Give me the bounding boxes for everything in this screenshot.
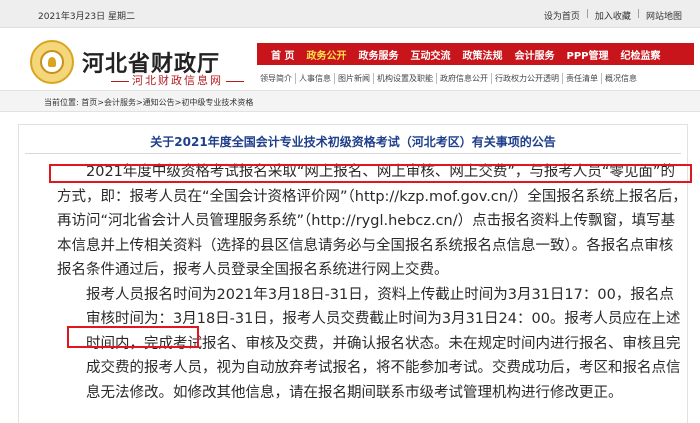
article-title: 关于2021年度全国会计专业技术初级资格考试（河北考区）有关事项的公告 [150, 135, 556, 149]
divider [25, 153, 681, 154]
breadcrumb[interactable]: 当前位置: 首页>会计服务>通知公告>初中级专业技术资格 [44, 97, 253, 108]
highlight-box-review-period [67, 326, 199, 348]
site-subtitle: 河北财政信息网 [108, 72, 247, 88]
sub-nav-item[interactable]: 图片新闻 [335, 72, 374, 84]
article-panel: 关于2021年度全国会计专业技术初级资格考试（河北考区）有关事项的公告 2021… [18, 124, 692, 423]
current-date: 2021年3月23日 星期二 [38, 12, 135, 22]
site-header: 河北省财政厅 河北财政信息网 首 页 政务公开 政务服务 互动交流 政策法规 会… [0, 28, 700, 90]
sub-nav-item[interactable]: 政府信息公开 [437, 72, 492, 84]
breadcrumb-bar: 当前位置: 首页>会计服务>通知公告>初中级专业技术资格 [0, 90, 700, 112]
nav-item-accounting-services[interactable]: 会计服务 [508, 47, 560, 62]
highlight-box-first-line [49, 164, 692, 183]
sub-nav-item[interactable]: 人事信息 [296, 72, 335, 84]
sub-nav-item[interactable]: 概况信息 [602, 73, 640, 84]
divider: | [585, 9, 589, 19]
nav-item-government-affairs-open[interactable]: 政务公开 [300, 47, 352, 62]
top-strip: 2021年3月23日 星期二 设为首页 | 加入收藏 | 网站地图 [0, 0, 700, 28]
nav-item-ppp[interactable]: PPP管理 [560, 47, 614, 62]
top-links: 设为首页 | 加入收藏 | 网站地图 [544, 9, 682, 22]
divider: | [636, 9, 640, 19]
sub-nav-item[interactable]: 领导简介 [257, 72, 296, 84]
set-homepage-link[interactable]: 设为首页 [544, 9, 580, 22]
sub-nav: 领导简介 人事信息 图片新闻 机构设置及职能 政府信息公开 行政权力公开透明 责… [257, 70, 694, 86]
nav-item-interaction[interactable]: 互动交流 [404, 47, 456, 62]
nav-item-policies[interactable]: 政策法规 [456, 47, 508, 62]
sub-nav-item[interactable]: 行政权力公开透明 [492, 72, 563, 84]
nav-item-government-services[interactable]: 政务服务 [352, 47, 404, 62]
sub-nav-item[interactable]: 责任清单 [563, 72, 602, 84]
emblem-logo-icon[interactable] [30, 40, 74, 84]
nav-item-discipline[interactable]: 纪检监察 [614, 47, 666, 62]
article-body: 2021年度中级资格考试报名采取“网上报名、网上审核、网上交费”，与报考人员“零… [57, 160, 687, 405]
paragraph-1-rest: 方式，即：报考人员在“全国会计资格评价网”（http://kzp.mof.gov… [57, 188, 687, 279]
main-nav: 首 页 政务公开 政务服务 互动交流 政策法规 会计服务 PPP管理 纪检监察 [257, 43, 694, 65]
sub-nav-item[interactable]: 机构设置及职能 [374, 72, 437, 84]
add-favorite-link[interactable]: 加入收藏 [595, 9, 631, 22]
nav-item-home[interactable]: 首 页 [265, 47, 300, 62]
review-period-text: 3月18日-31日 [173, 311, 268, 327]
site-map-link[interactable]: 网站地图 [646, 9, 682, 22]
